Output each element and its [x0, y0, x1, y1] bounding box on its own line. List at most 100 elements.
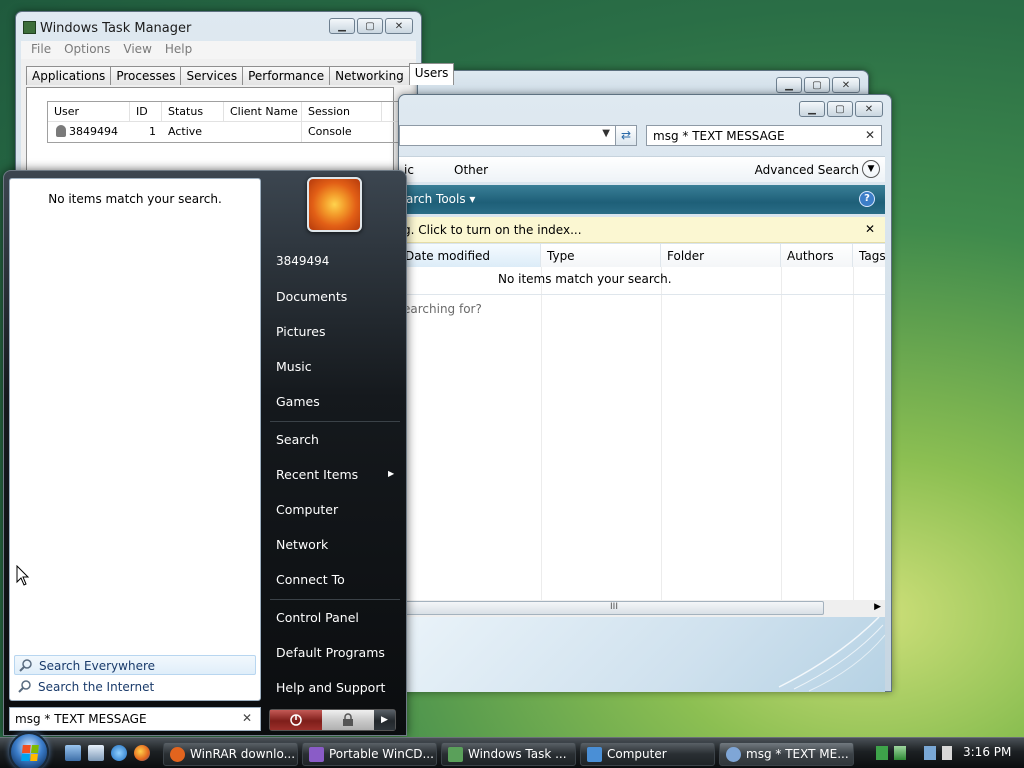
taskbar-button-winrar[interactable]: WinRAR downlo... — [163, 742, 298, 766]
column-authors[interactable]: Authors — [781, 244, 853, 267]
close-icon[interactable]: ✕ — [865, 222, 875, 236]
start-recent-items[interactable]: Recent Items — [276, 467, 358, 482]
help-icon[interactable]: ? — [859, 191, 875, 207]
search-tools-menu[interactable]: arch Tools ▾ — [406, 192, 475, 206]
tab-performance[interactable]: Performance — [242, 66, 331, 85]
user-avatar[interactable] — [307, 177, 362, 232]
taskbar-button-label: Computer — [607, 747, 667, 761]
close-button[interactable]: ✕ — [385, 18, 413, 34]
close-button[interactable]: ✕ — [832, 77, 860, 93]
tab-services[interactable]: Services — [180, 66, 244, 85]
start-help-and-support[interactable]: Help and Support — [276, 680, 385, 695]
column-date-modified[interactable]: Date modified — [399, 244, 541, 267]
minimize-button[interactable]: ▁ — [799, 101, 825, 117]
power-button[interactable] — [270, 710, 322, 730]
search-everywhere-link[interactable]: Search Everywhere — [14, 655, 256, 675]
maximize-button[interactable]: ▢ — [357, 18, 383, 34]
tray-check-icon[interactable] — [894, 746, 906, 760]
menu-options[interactable]: Options — [59, 41, 118, 59]
filter-bar: ic Other Advanced Search ▼ — [399, 156, 885, 182]
column-folder[interactable]: Folder — [661, 244, 781, 267]
taskbar-button-search[interactable]: msg * TEXT ME... — [719, 742, 854, 766]
shutdown-options-button[interactable]: ▶ — [374, 710, 395, 730]
start-games[interactable]: Games — [276, 394, 320, 409]
start-search[interactable]: Search — [276, 432, 319, 447]
taskbar-button-task-manager[interactable]: Windows Task ... — [441, 742, 576, 766]
column-user[interactable]: User — [48, 102, 130, 121]
start-documents[interactable]: Documents — [276, 289, 347, 304]
switch-windows-icon[interactable] — [88, 745, 104, 761]
tab-networking[interactable]: Networking — [329, 66, 410, 85]
start-computer[interactable]: Computer — [276, 502, 338, 517]
column-status[interactable]: Status — [162, 102, 224, 121]
index-message[interactable]: g. Click to turn on the index... — [403, 223, 582, 237]
task-manager-app-icon — [23, 21, 36, 34]
app-icon — [309, 747, 324, 762]
lock-button[interactable] — [322, 710, 374, 730]
search-icon — [18, 680, 31, 693]
search-input[interactable]: msg * TEXT MESSAGE ✕ — [646, 125, 882, 146]
table-row[interactable]: 3849494 1 Active Console — [48, 122, 398, 142]
start-default-programs[interactable]: Default Programs — [276, 645, 385, 660]
search-internet-link[interactable]: Search the Internet — [14, 677, 256, 697]
firefox-icon[interactable] — [134, 745, 150, 761]
taskbar-button-portable-wincd[interactable]: Portable WinCD... — [302, 742, 437, 766]
start-menu: No items match your search. Search Every… — [3, 170, 407, 736]
scrollbar-thumb[interactable]: III — [404, 601, 824, 615]
power-icon — [290, 714, 302, 726]
start-search-input[interactable]: msg * TEXT MESSAGE ✕ — [9, 707, 261, 731]
maximize-button[interactable]: ▢ — [827, 101, 853, 117]
menu-view[interactable]: View — [118, 41, 159, 59]
address-bar[interactable]: ▼ — [399, 125, 637, 146]
refresh-icon[interactable]: ⇄ — [615, 125, 637, 146]
network-icon[interactable] — [924, 746, 936, 760]
start-music[interactable]: Music — [276, 359, 312, 374]
column-session[interactable]: Session — [302, 102, 382, 121]
tab-users[interactable]: Users — [408, 63, 455, 85]
chevron-down-icon[interactable]: ▼ — [602, 128, 610, 139]
start-control-panel[interactable]: Control Panel — [276, 610, 359, 625]
start-pictures[interactable]: Pictures — [276, 324, 326, 339]
results-list: Date modified Type Folder Authors Tags N… — [399, 244, 886, 600]
no-items-message: No items match your search. — [498, 272, 672, 286]
start-button[interactable] — [9, 732, 49, 768]
start-connect-to[interactable]: Connect To — [276, 572, 345, 587]
start-menu-results-pane: No items match your search. Search Every… — [9, 178, 261, 701]
tab-processes[interactable]: Processes — [110, 66, 182, 85]
close-button[interactable]: ✕ — [855, 101, 883, 117]
taskbar-button-computer[interactable]: Computer — [580, 742, 715, 766]
column-id[interactable]: ID — [130, 102, 162, 121]
column-tags[interactable]: Tags — [853, 244, 886, 267]
internet-explorer-icon[interactable] — [111, 745, 127, 761]
menu-bar: File Options View Help — [21, 41, 416, 59]
volume-icon[interactable] — [942, 746, 952, 760]
start-network[interactable]: Network — [276, 537, 328, 552]
search-hint[interactable]: earching for? — [403, 302, 482, 316]
scroll-right-icon[interactable]: ▶ — [874, 602, 881, 612]
search-everywhere-label: Search Everywhere — [39, 659, 155, 673]
minimize-button[interactable]: ▁ — [776, 77, 802, 93]
minimize-button[interactable]: ▁ — [329, 18, 355, 34]
search-input-value: msg * TEXT MESSAGE — [653, 129, 785, 143]
filter-other[interactable]: Other — [454, 163, 488, 177]
cell-user-text: 3849494 — [69, 125, 118, 138]
column-type[interactable]: Type — [541, 244, 661, 267]
user-icon — [56, 125, 66, 137]
maximize-button[interactable]: ▢ — [804, 77, 830, 93]
tab-applications[interactable]: Applications — [26, 66, 112, 85]
clear-search-icon[interactable]: ✕ — [242, 711, 252, 725]
horizontal-scrollbar[interactable]: III ▶ — [399, 600, 885, 617]
user-name-link[interactable]: 3849494 — [276, 254, 329, 268]
chevron-down-icon[interactable]: ▼ — [862, 160, 880, 178]
power-controls: ▶ — [269, 709, 396, 731]
menu-help[interactable]: Help — [160, 41, 200, 59]
clear-search-icon[interactable]: ✕ — [865, 128, 875, 142]
tray-app-icon[interactable] — [876, 746, 888, 760]
clock[interactable]: 3:16 PM — [963, 745, 1011, 759]
command-bar: arch Tools ▾ ? — [399, 185, 885, 214]
menu-file[interactable]: File — [26, 41, 59, 59]
advanced-search-link[interactable]: Advanced Search — [755, 163, 859, 177]
column-client-name[interactable]: Client Name — [224, 102, 302, 121]
show-desktop-icon[interactable] — [65, 745, 81, 761]
info-bar[interactable]: g. Click to turn on the index... ✕ — [399, 217, 885, 243]
